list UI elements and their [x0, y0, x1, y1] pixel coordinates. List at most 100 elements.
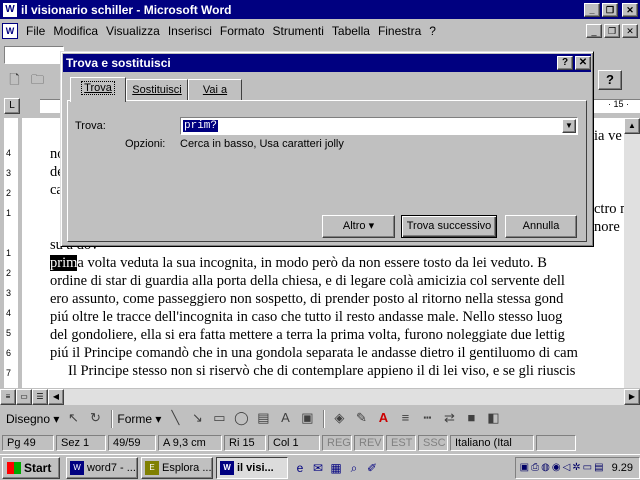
- forme-menu[interactable]: Forme ▾: [117, 412, 161, 426]
- menu-help[interactable]: ?: [425, 24, 440, 38]
- line-style-icon[interactable]: ≡: [395, 409, 415, 429]
- notepad-icon[interactable]: ✐: [363, 459, 381, 477]
- select-pointer-icon[interactable]: ↖: [63, 409, 83, 429]
- tray-monitor-icon[interactable]: ▭: [583, 462, 592, 473]
- system-tray: ▣ ⎙ ◍ ◉ ◁ ✲ ▭ ▤ 9.29: [514, 456, 640, 479]
- text-box-icon[interactable]: ▤: [253, 409, 273, 429]
- menu-formato[interactable]: Formato: [216, 24, 269, 38]
- arrow-style-icon[interactable]: ⇄: [439, 409, 459, 429]
- find-history-dropdown-icon[interactable]: ▼: [562, 119, 576, 133]
- taskbar-button-esplora[interactable]: E Esplora ...: [141, 456, 213, 479]
- outlook-icon[interactable]: ✉: [309, 459, 327, 477]
- vruler-number: 2: [6, 188, 12, 198]
- dialog-close-button[interactable]: ✕: [575, 56, 591, 70]
- tray-settings-icon[interactable]: ✲: [572, 462, 580, 473]
- tray-antivirus-icon[interactable]: ◉: [552, 462, 561, 473]
- status-language[interactable]: Italiano (Ital: [450, 435, 534, 451]
- explorer-task-icon: E: [145, 460, 159, 475]
- search-icon[interactable]: ⌕: [345, 459, 363, 477]
- menu-visualizza[interactable]: Visualizza: [102, 24, 164, 38]
- arrow-icon[interactable]: ↘: [187, 409, 207, 429]
- scroll-left-icon[interactable]: ◀: [48, 389, 64, 405]
- horizontal-scrollbar[interactable]: ≡ ▭ ☰ ◀ ▶: [0, 389, 640, 405]
- vruler-number: 4: [6, 148, 12, 158]
- scroll-right-icon[interactable]: ▶: [624, 389, 640, 405]
- menu-strumenti[interactable]: Strumenti: [269, 24, 328, 38]
- restore-button[interactable]: ❐: [602, 2, 618, 17]
- status-page: Pg 49: [2, 435, 54, 451]
- menu-modifica[interactable]: Modifica: [49, 24, 102, 38]
- find-input[interactable]: prim? ▼: [180, 117, 578, 135]
- vertical-scrollbar[interactable]: ▲: [624, 118, 640, 388]
- horizontal-scroll-track[interactable]: [64, 389, 624, 405]
- document-line: ordine di star di guardia alla porta del…: [50, 273, 565, 289]
- normal-view-icon[interactable]: ≡: [0, 389, 16, 405]
- word-title-bar[interactable]: W il visionario schiller - Microsoft Wor…: [0, 0, 640, 19]
- tray-volume-icon[interactable]: ◁: [563, 462, 571, 473]
- search-match-highlight[interactable]: prim: [50, 255, 78, 271]
- tab-sostituisci[interactable]: Sostituisci: [126, 79, 188, 101]
- taskbar-button-word7[interactable]: W word7 - ...: [66, 456, 138, 479]
- rectangle-icon[interactable]: ▭: [209, 409, 229, 429]
- doc-minimize-button[interactable]: _: [586, 23, 602, 38]
- page-layout-icon[interactable]: ▭: [16, 389, 32, 405]
- outline-view-icon[interactable]: ☰: [32, 389, 48, 405]
- free-rotate-icon[interactable]: ↻: [85, 409, 105, 429]
- more-button[interactable]: Altro ▾: [322, 215, 395, 238]
- vruler-number: 3: [6, 168, 12, 178]
- tab-stop-selector[interactable]: L: [4, 98, 20, 114]
- doc-restore-button[interactable]: ❐: [604, 23, 620, 38]
- tab-trova[interactable]: Trova: [70, 77, 126, 102]
- new-document-icon[interactable]: 🗋: [4, 70, 25, 90]
- doc-close-button[interactable]: ✕: [622, 23, 638, 38]
- word-app-icon[interactable]: W: [2, 1, 18, 18]
- disegno-menu[interactable]: Disegno ▾: [6, 412, 59, 426]
- start-button[interactable]: Start: [2, 456, 60, 479]
- find-next-button[interactable]: Trova successivo: [401, 215, 497, 238]
- minimize-button[interactable]: _: [584, 2, 600, 17]
- menu-file[interactable]: File: [22, 24, 49, 38]
- tab-vai-a[interactable]: Vai a: [188, 79, 242, 101]
- scroll-up-icon[interactable]: ▲: [624, 118, 640, 134]
- open-folder-icon[interactable]: 🗀: [27, 70, 48, 90]
- tray-folder-icon[interactable]: ▤: [594, 462, 603, 473]
- menu-finestra[interactable]: Finestra: [374, 24, 425, 38]
- fill-color-icon[interactable]: ◈: [329, 409, 349, 429]
- menu-inserisci[interactable]: Inserisci: [164, 24, 216, 38]
- status-ssc[interactable]: SSC: [418, 435, 448, 451]
- 3d-icon[interactable]: ◧: [483, 409, 503, 429]
- document-icon[interactable]: W: [2, 22, 18, 39]
- style-box[interactable]: [4, 46, 64, 64]
- shadow-icon[interactable]: ■: [461, 409, 481, 429]
- menu-tabella[interactable]: Tabella: [328, 24, 374, 38]
- close-button[interactable]: ✕: [622, 2, 638, 17]
- options-label: Opzioni:: [125, 138, 166, 150]
- desktop-icon[interactable]: ▦: [327, 459, 345, 477]
- status-line: Ri 15: [224, 435, 266, 451]
- clipart-icon[interactable]: ▣: [297, 409, 317, 429]
- find-input-value[interactable]: prim?: [183, 120, 219, 132]
- status-rev[interactable]: REV: [354, 435, 384, 451]
- help-question-icon[interactable]: ?: [598, 70, 622, 90]
- cancel-button[interactable]: Annulla: [505, 215, 577, 238]
- document-fragment: ia ve: [594, 128, 622, 144]
- document-line: del gondoliere, ella si era fatta metter…: [50, 327, 565, 343]
- dash-style-icon[interactable]: ┅: [417, 409, 437, 429]
- tray-printer-icon[interactable]: ⎙: [531, 462, 539, 473]
- taskbar: Start W word7 - ... E Esplora ... W il v…: [0, 454, 640, 480]
- status-est[interactable]: EST: [386, 435, 416, 451]
- line-color-icon[interactable]: ✎: [351, 409, 371, 429]
- wordart-icon[interactable]: A: [275, 409, 295, 429]
- dialog-help-button[interactable]: ?: [557, 56, 573, 70]
- status-spelling-icon[interactable]: [536, 435, 576, 451]
- taskbar-button-visionario[interactable]: W il visi...: [216, 456, 288, 479]
- font-color-icon[interactable]: A: [373, 409, 393, 429]
- oval-icon[interactable]: ◯: [231, 409, 251, 429]
- clock[interactable]: 9.29: [612, 462, 633, 474]
- dialog-title-bar[interactable]: Trova e sostituisci ? ✕: [63, 54, 591, 72]
- tray-network-icon[interactable]: ▣: [520, 462, 529, 473]
- status-reg[interactable]: REG: [322, 435, 352, 451]
- internet-explorer-icon[interactable]: e: [291, 459, 309, 477]
- line-icon[interactable]: ╲: [165, 409, 185, 429]
- tray-globe-icon[interactable]: ◍: [541, 462, 550, 473]
